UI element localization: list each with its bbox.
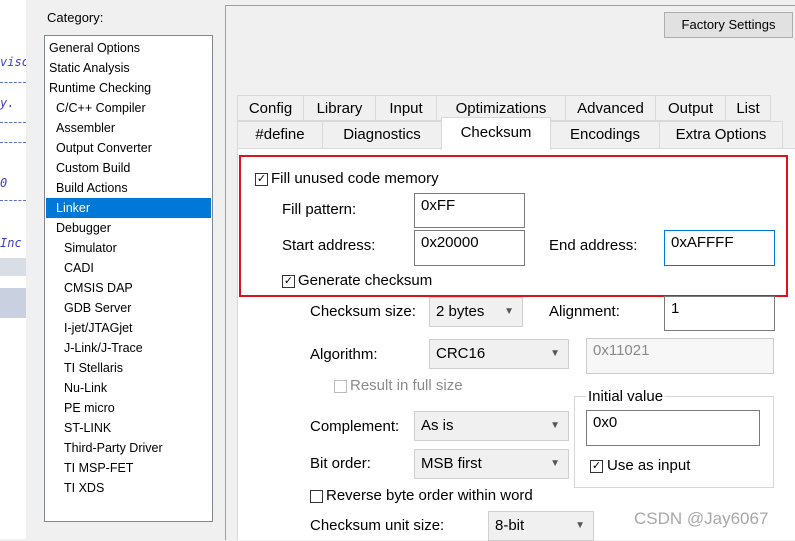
initial-value-title: Initial value <box>586 388 666 405</box>
category-item-st-link[interactable]: ST-LINK <box>64 418 111 438</box>
category-list[interactable]: General Options Static Analysis Runtime … <box>44 35 213 522</box>
complement-label: Complement: <box>310 418 400 435</box>
start-address-input[interactable]: 0x20000 <box>414 230 525 266</box>
editor-dash-line <box>0 122 26 123</box>
complement-value: As is <box>421 417 454 434</box>
editor-fragment: Inc <box>0 236 22 250</box>
category-item-third-party-driver[interactable]: Third-Party Driver <box>64 438 163 458</box>
tab-diagnostics[interactable]: Diagnostics <box>322 121 442 149</box>
editor-band <box>0 288 26 318</box>
category-item-ti-stellaris[interactable]: TI Stellaris <box>64 358 123 378</box>
editor-band <box>0 258 26 276</box>
end-address-input[interactable]: 0xAFFFF <box>664 230 775 266</box>
category-item-cmsis-dap[interactable]: CMSIS DAP <box>64 278 133 298</box>
editor-dash-line <box>0 82 26 83</box>
factory-settings-button[interactable]: Factory Settings <box>664 12 793 38</box>
checksum-size-combo[interactable]: 2 bytes ▼ <box>429 297 523 327</box>
tab-checksum[interactable]: Checksum <box>441 117 551 150</box>
category-item-cadi[interactable]: CADI <box>64 258 94 278</box>
reverse-byte-checkbox[interactable] <box>310 490 323 503</box>
category-item-nu-link[interactable]: Nu-Link <box>64 378 107 398</box>
chevron-down-icon: ▼ <box>550 348 560 359</box>
checksum-size-value: 2 bytes <box>436 303 485 320</box>
category-item-ti-xds[interactable]: TI XDS <box>64 478 104 498</box>
unit-size-value: 8-bit <box>495 517 525 534</box>
checksum-size-label: Checksum size: <box>310 303 416 320</box>
alignment-input[interactable]: 1 <box>664 296 775 331</box>
category-item-linker[interactable]: Linker <box>46 198 211 218</box>
category-item-debugger[interactable]: Debugger <box>56 218 111 238</box>
fill-pattern-input[interactable]: 0xFF <box>414 193 525 228</box>
tab-advanced[interactable]: Advanced <box>565 95 656 121</box>
chevron-down-icon: ▼ <box>550 420 560 431</box>
editor-fragment: visc <box>0 55 29 69</box>
category-item-gdb-server[interactable]: GDB Server <box>64 298 131 318</box>
chevron-down-icon: ▼ <box>575 520 585 531</box>
tab-encodings[interactable]: Encodings <box>550 121 660 149</box>
tab-output[interactable]: Output <box>655 95 726 121</box>
algorithm-label: Algorithm: <box>310 346 378 363</box>
bit-order-label: Bit order: <box>310 455 371 472</box>
category-item-output-converter[interactable]: Output Converter <box>56 138 152 158</box>
chevron-down-icon: ▼ <box>504 306 514 317</box>
category-item-compiler[interactable]: C/C++ Compiler <box>56 98 146 118</box>
category-item-custom-build[interactable]: Custom Build <box>56 158 130 178</box>
use-as-input-checkbox[interactable]: ✓ <box>590 460 603 473</box>
category-item-simulator[interactable]: Simulator <box>64 238 117 258</box>
tab-extra-options[interactable]: Extra Options <box>659 121 783 149</box>
watermark: CSDN @Jay6067 <box>634 509 769 528</box>
tab-input[interactable]: Input <box>375 95 437 121</box>
category-item-runtime-checking[interactable]: Runtime Checking <box>49 78 151 98</box>
result-full-size-label: Result in full size <box>350 377 463 394</box>
background-editor-strip: visc y. 0 Inc <box>0 0 29 539</box>
algorithm-value: CRC16 <box>436 345 486 362</box>
fill-pattern-label: Fill pattern: <box>282 201 357 218</box>
tab-list[interactable]: List <box>725 95 771 121</box>
unit-size-label: Checksum unit size: <box>310 517 445 534</box>
category-item-assembler[interactable]: Assembler <box>56 118 115 138</box>
editor-dash-line <box>0 200 26 201</box>
algorithm-combo[interactable]: CRC16 ▼ <box>429 339 569 369</box>
fill-unused-label: Fill unused code memory <box>271 170 439 187</box>
unit-size-combo[interactable]: 8-bit ▼ <box>488 511 594 541</box>
category-item-ijet[interactable]: I-jet/JTAGjet <box>64 318 133 338</box>
category-item-pe-micro[interactable]: PE micro <box>64 398 115 418</box>
category-item-static-analysis[interactable]: Static Analysis <box>49 58 130 78</box>
reverse-byte-label: Reverse byte order within word <box>326 487 533 504</box>
generate-checksum-label: Generate checksum <box>298 272 433 289</box>
category-item-ti-msp-fet[interactable]: TI MSP-FET <box>64 458 133 478</box>
use-as-input-label: Use as input <box>607 457 691 474</box>
tab-define[interactable]: #define <box>237 121 323 149</box>
generate-checksum-checkbox[interactable]: ✓ <box>282 275 295 288</box>
editor-fragment: 0 <box>0 176 8 190</box>
category-item-build-actions[interactable]: Build Actions <box>56 178 128 198</box>
category-label: Category: <box>47 10 104 25</box>
category-item-jlink[interactable]: J-Link/J-Trace <box>64 338 143 358</box>
bit-order-combo[interactable]: MSB first ▼ <box>414 449 569 479</box>
bit-order-value: MSB first <box>421 455 482 472</box>
complement-combo[interactable]: As is ▼ <box>414 411 569 441</box>
alignment-label: Alignment: <box>549 303 620 320</box>
polynomial-input[interactable]: 0x11021 <box>586 338 774 374</box>
category-item-general-options[interactable]: General Options <box>49 38 140 58</box>
fill-unused-checkbox[interactable]: ✓ <box>255 173 268 186</box>
result-full-size-checkbox[interactable] <box>334 380 347 393</box>
tab-config[interactable]: Config <box>237 95 304 121</box>
initial-value-input[interactable]: 0x0 <box>586 410 760 446</box>
editor-dash-line <box>0 142 26 143</box>
end-address-label: End address: <box>549 237 638 254</box>
chevron-down-icon: ▼ <box>550 458 560 469</box>
start-address-label: Start address: <box>282 237 376 254</box>
tab-library[interactable]: Library <box>303 95 376 121</box>
editor-fragment: y. <box>0 96 15 110</box>
